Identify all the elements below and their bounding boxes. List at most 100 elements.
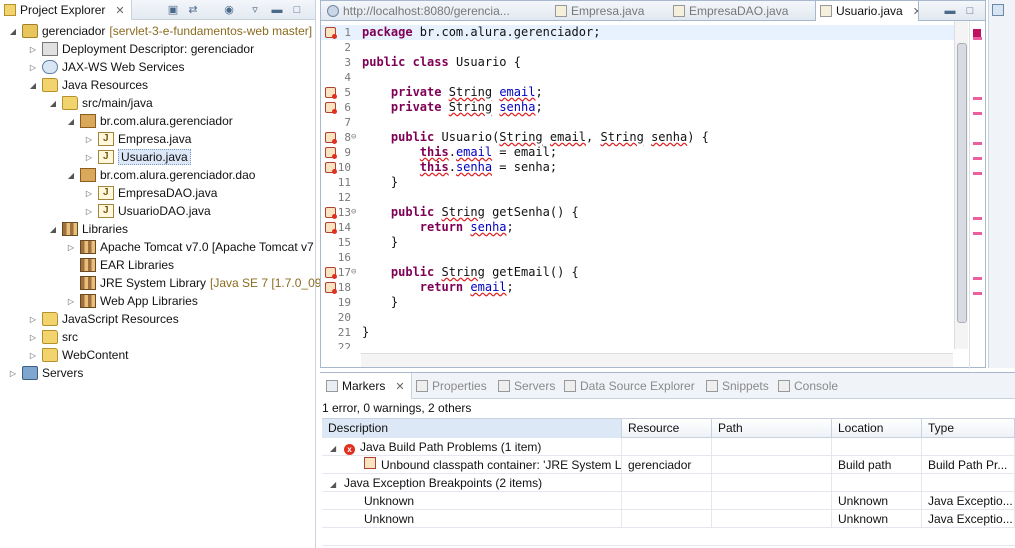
- expanded-arrow-icon[interactable]: ◢: [66, 171, 76, 180]
- overview-mark[interactable]: [973, 277, 982, 280]
- column-header-resource[interactable]: Resource: [622, 419, 712, 438]
- collapsed-arrow-icon[interactable]: ▷: [66, 297, 76, 306]
- collapse-all-icon[interactable]: ▣: [166, 3, 180, 17]
- tab-markers[interactable]: Markers ✕: [320, 373, 412, 399]
- collapsed-arrow-icon[interactable]: ▷: [84, 135, 94, 144]
- collapsed-arrow-icon[interactable]: ▷: [28, 333, 38, 342]
- table-row[interactable]: ◢ Java Exception Breakpoints (2 items): [322, 474, 1015, 492]
- code-line[interactable]: 22: [321, 340, 955, 349]
- editor-tab[interactable]: http://localhost:8080/gerencia...: [327, 1, 535, 21]
- fold-collapse-icon[interactable]: ⊖: [351, 205, 356, 220]
- code-line[interactable]: 14 return senha;: [321, 220, 955, 235]
- tab-snippets[interactable]: Snippets: [706, 373, 769, 399]
- minimize-icon[interactable]: ▬: [270, 3, 284, 17]
- collapsed-arrow-icon[interactable]: ▷: [28, 45, 38, 54]
- code-line[interactable]: 1 package br.com.alura.gerenciador;: [321, 25, 955, 40]
- code-line[interactable]: 2: [321, 40, 955, 55]
- overview-ruler[interactable]: [969, 21, 985, 369]
- collapsed-arrow-icon[interactable]: ▷: [28, 63, 38, 72]
- overview-mark[interactable]: [973, 37, 982, 40]
- tree-item[interactable]: ▷ EmpresaDAO.java: [84, 184, 217, 202]
- overview-mark[interactable]: [973, 157, 982, 160]
- close-icon[interactable]: ✕: [115, 4, 124, 17]
- code-line[interactable]: 4: [321, 70, 955, 85]
- table-row[interactable]: Unknown Unknown Java Exceptio...: [322, 510, 1015, 528]
- expanded-arrow-icon[interactable]: ◢: [330, 440, 344, 456]
- expanded-arrow-icon[interactable]: ◢: [28, 81, 38, 90]
- expanded-arrow-icon[interactable]: ◢: [330, 476, 344, 492]
- tree-item[interactable]: ▷ WebContent: [28, 346, 129, 364]
- table-row[interactable]: Unknown Unknown Java Exceptio...: [322, 492, 1015, 510]
- code-line[interactable]: 6 private String senha;: [321, 100, 955, 115]
- column-header-description[interactable]: Description: [322, 419, 622, 438]
- fold-collapse-icon[interactable]: ⊖: [351, 265, 356, 280]
- collapsed-arrow-icon[interactable]: ▷: [66, 243, 76, 252]
- overview-mark[interactable]: [973, 97, 982, 100]
- horizontal-scrollbar[interactable]: [361, 353, 953, 367]
- collapsed-arrow-icon[interactable]: ▷: [8, 369, 18, 378]
- tree-item[interactable]: ◢ Java Resources: [28, 76, 148, 94]
- tab-data-source-explorer[interactable]: Data Source Explorer: [564, 373, 695, 399]
- close-icon[interactable]: ✕: [913, 5, 918, 18]
- tree-item[interactable]: ◢ src/main/java: [48, 94, 153, 112]
- collapsed-arrow-icon[interactable]: ▷: [84, 153, 94, 162]
- tab-project-explorer[interactable]: Project Explorer ✕: [0, 0, 132, 20]
- tree-item[interactable]: ▷ Apache Tomcat v7.0 [Apache Tomcat v7: [66, 238, 314, 256]
- overview-mark[interactable]: [973, 232, 982, 235]
- code-line[interactable]: 19 }: [321, 295, 955, 310]
- editor-tab[interactable]: Usuario.java ✕: [815, 1, 919, 21]
- column-header-path[interactable]: Path: [712, 419, 832, 438]
- code-line[interactable]: 5 private String email;: [321, 85, 955, 100]
- code-line[interactable]: 3 public class Usuario {: [321, 55, 955, 70]
- tab-properties[interactable]: Properties: [416, 373, 487, 399]
- code-area[interactable]: 1 package br.com.alura.gerenciador; 2 3 publ…: [321, 21, 955, 349]
- table-row[interactable]: Unbound classpath container: 'JRE System…: [322, 456, 1015, 474]
- link-with-editor-icon[interactable]: ⇄: [186, 3, 200, 17]
- tab-console[interactable]: Console: [778, 373, 838, 399]
- table-row[interactable]: ◢ x Java Build Path Problems (1 item): [322, 438, 1015, 456]
- maximize-icon[interactable]: □: [290, 3, 304, 17]
- collapsed-arrow-icon[interactable]: ▷: [28, 315, 38, 324]
- tree-item[interactable]: ◢ br.com.alura.gerenciador: [66, 112, 233, 130]
- overview-mark[interactable]: [973, 142, 982, 145]
- tree-item[interactable]: ▷ JAX-WS Web Services: [28, 58, 184, 76]
- tree-item[interactable]: ▷ JavaScript Resources: [28, 310, 179, 328]
- code-line[interactable]: 21}: [321, 325, 955, 340]
- outline-icon[interactable]: [992, 4, 1004, 16]
- code-line[interactable]: 17 ⊖ public String getEmail() {: [321, 265, 955, 280]
- tree-item[interactable]: JRE System Library [Java SE 7 [1.7.0_09]]: [66, 274, 328, 292]
- code-line[interactable]: 10 this.senha = senha;: [321, 160, 955, 175]
- code-line[interactable]: 8 ⊖ public Usuario(String email, String s…: [321, 130, 955, 145]
- code-line[interactable]: 16: [321, 250, 955, 265]
- code-line[interactable]: 18 return email;: [321, 280, 955, 295]
- overview-mark[interactable]: [973, 292, 982, 295]
- column-header-type[interactable]: Type: [922, 419, 1015, 438]
- fold-collapse-icon[interactable]: ⊖: [351, 130, 356, 145]
- tree-item[interactable]: ▷ Web App Libraries: [66, 292, 198, 310]
- chevron-down-icon[interactable]: ▿: [248, 3, 262, 17]
- tree-item[interactable]: ▷ Empresa.java: [84, 130, 191, 148]
- code-line[interactable]: 15 }: [321, 235, 955, 250]
- tree-item[interactable]: ▷ Deployment Descriptor: gerenciador: [28, 40, 254, 58]
- expanded-arrow-icon[interactable]: ◢: [48, 99, 58, 108]
- code-line[interactable]: 11 }: [321, 175, 955, 190]
- error-overview-icon[interactable]: [973, 29, 981, 37]
- collapsed-arrow-icon[interactable]: ▷: [84, 207, 94, 216]
- collapsed-arrow-icon[interactable]: ▷: [84, 189, 94, 198]
- view-menu-icon[interactable]: ◉: [222, 3, 236, 17]
- code-line[interactable]: 20: [321, 310, 955, 325]
- tree-item[interactable]: ◢ gerenciador [servlet-3-e-fundamentos-web…: [8, 22, 312, 40]
- overview-mark[interactable]: [973, 217, 982, 220]
- close-icon[interactable]: ✕: [395, 380, 404, 393]
- tree-item[interactable]: ▷ Usuario.java: [84, 148, 191, 166]
- expanded-arrow-icon[interactable]: ◢: [66, 117, 76, 126]
- tree-item[interactable]: ▷ src: [28, 328, 78, 346]
- collapsed-arrow-icon[interactable]: ▷: [28, 351, 38, 360]
- scrollbar-thumb[interactable]: [957, 43, 967, 323]
- tree-item[interactable]: ▷ Servers: [8, 364, 83, 382]
- tree-item[interactable]: ◢ br.com.alura.gerenciador.dao: [66, 166, 255, 184]
- overview-mark[interactable]: [973, 112, 982, 115]
- code-line[interactable]: 13 ⊖ public String getSenha() {: [321, 205, 955, 220]
- maximize-icon[interactable]: □: [963, 4, 977, 18]
- editor-tab[interactable]: EmpresaDAO.java: [673, 1, 793, 21]
